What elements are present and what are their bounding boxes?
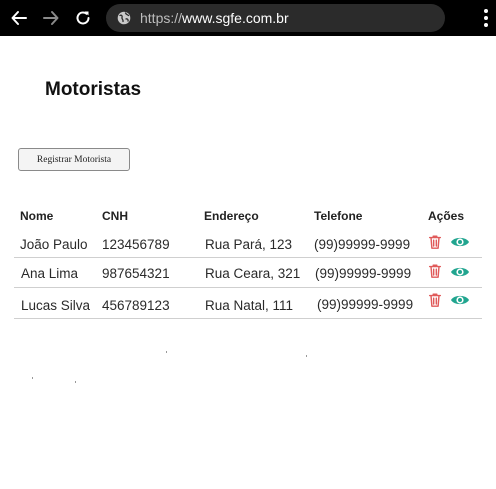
trash-icon[interactable]: [426, 292, 444, 308]
column-header-telefone: Telefone: [314, 209, 363, 223]
arrow-left-icon: [11, 11, 27, 25]
url-scheme: https://: [140, 10, 183, 26]
column-header-cnh: CNH: [102, 209, 128, 223]
artifact-speck: [75, 381, 76, 383]
address-bar[interactable]: https://www.sgfe.com.br: [106, 4, 445, 32]
cell-telefone: (99)99999-9999: [315, 266, 412, 281]
reload-button[interactable]: [71, 6, 95, 30]
cell-cnh: 123456789: [102, 237, 170, 252]
url-host: www.sgfe.com.br: [182, 10, 289, 26]
eye-icon[interactable]: [450, 292, 470, 308]
globe-icon: [117, 11, 131, 25]
cell-nome: Ana Lima: [21, 266, 79, 281]
url-text: https://www.sgfe.com.br: [140, 10, 289, 26]
page-title: Motoristas: [45, 79, 142, 100]
trash-icon[interactable]: [426, 263, 444, 279]
column-header-endereco: Endereço: [204, 209, 259, 223]
forward-button[interactable]: [39, 6, 63, 30]
artifact-speck: [306, 355, 307, 357]
row-divider: [14, 287, 482, 288]
arrow-right-icon: [43, 11, 59, 25]
row-divider: [14, 257, 482, 258]
column-header-nome: Nome: [20, 209, 54, 223]
row-divider: [14, 318, 482, 319]
cell-cnh: 456789123: [102, 298, 170, 313]
artifact-speck: [32, 377, 33, 379]
artifact-speck: [166, 351, 167, 353]
register-driver-button[interactable]: Registrar Motorista: [18, 148, 130, 171]
eye-icon[interactable]: [450, 234, 470, 250]
cell-telefone: (99)99999-9999: [314, 237, 411, 252]
cell-cnh: 987654321: [102, 266, 170, 281]
cell-nome: João Paulo: [20, 237, 88, 252]
reload-icon: [76, 11, 90, 25]
browser-toolbar: https://www.sgfe.com.br: [0, 0, 496, 36]
cell-endereco: Rua Natal, 111: [205, 298, 294, 313]
cell-endereco: Rua Pará, 123: [205, 237, 293, 252]
eye-icon[interactable]: [450, 264, 470, 280]
trash-icon[interactable]: [426, 234, 444, 250]
cell-nome: Lucas Silva: [21, 298, 91, 313]
cell-endereco: Rua Ceara, 321: [205, 266, 301, 281]
cell-telefone: (99)99999-9999: [317, 297, 414, 312]
back-button[interactable]: [7, 6, 31, 30]
column-header-acoes: Ações: [428, 209, 465, 223]
more-vert-icon[interactable]: [480, 6, 492, 30]
